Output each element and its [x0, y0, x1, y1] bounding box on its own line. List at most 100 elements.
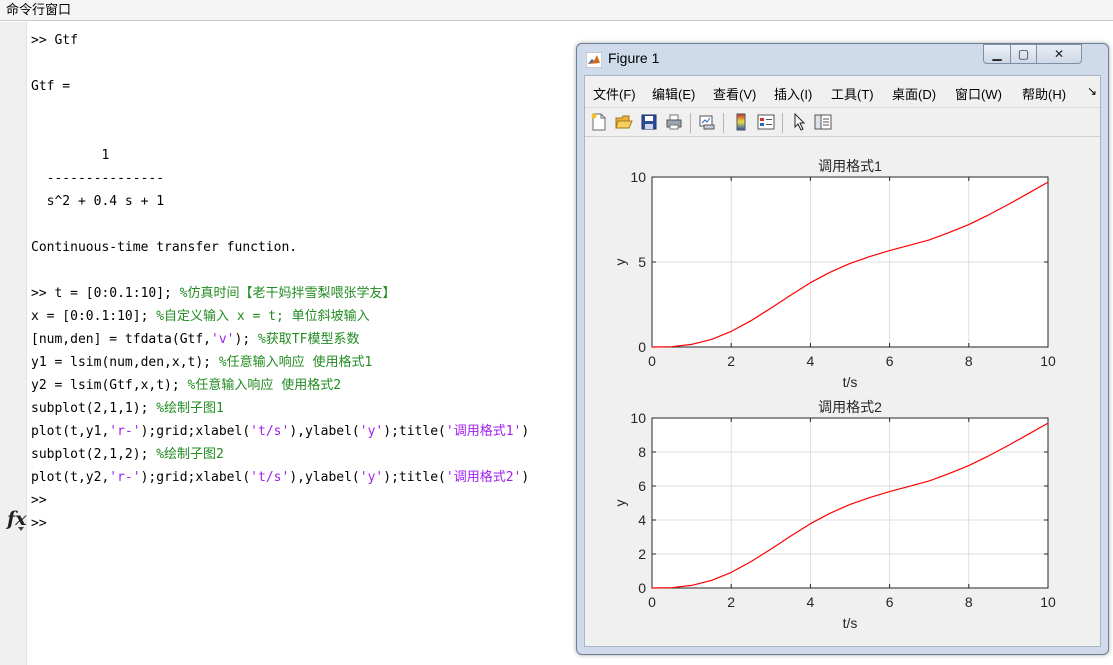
console-line: y2 = lsim(Gtf,x,t); %任意输入响应 使用格式2: [31, 374, 529, 397]
code-comment: %绘制子图1: [156, 401, 224, 416]
x-tick-label: 6: [886, 353, 894, 369]
code-text: s^2 + 0.4 s + 1: [31, 194, 165, 209]
code-text: plot(t,y1,: [31, 424, 110, 439]
code-text: ),ylabel(: [289, 470, 360, 485]
code-text: );title(: [383, 424, 446, 439]
x-tick-label: 2: [727, 594, 735, 610]
code-comment: %获取TF模型系数: [257, 332, 360, 347]
code-text: x = [0:0.1:10];: [31, 309, 157, 324]
x-tick-label: 10: [1040, 594, 1056, 610]
console-line: subplot(2,1,2); %绘制子图2: [31, 443, 529, 466]
console-line: plot(t,y2,'r-');grid;xlabel('t/s'),ylabe…: [31, 466, 529, 489]
code-text: );: [234, 332, 258, 347]
code-text: >>: [31, 516, 47, 531]
console-line: >>: [31, 512, 529, 535]
code-text: >> t = [0:0.1:10];: [31, 286, 180, 301]
console-line: >>: [31, 489, 529, 512]
console-line: y1 = lsim(num,den,x,t); %任意输入响应 使用格式1: [31, 351, 529, 374]
axes-background[interactable]: [652, 418, 1048, 588]
y-tick-label: 4: [638, 512, 646, 528]
code-text: Continuous-time transfer function.: [31, 240, 298, 255]
maximize-icon: ▢: [1017, 47, 1030, 61]
code-string: '调用格式2': [445, 470, 522, 485]
command-window-title: 命令行窗口: [0, 0, 1113, 21]
code-comment: %任意输入响应 使用格式1: [218, 355, 373, 370]
console-line: >> t = [0:0.1:10]; %仿真时间【老干妈拌雪梨喂张学友】: [31, 282, 529, 305]
console-line: Gtf =: [31, 75, 529, 98]
x-axis-label: t/s: [843, 615, 858, 631]
code-text: );title(: [383, 470, 446, 485]
figure-client-area: 文件(F) 编辑(E) 查看(V) 插入(I) 工具(T) 桌面(D) 窗口(W…: [584, 75, 1101, 647]
console-line: 1: [31, 144, 529, 167]
code-comment: %自定义输入 x = t; 单位斜坡输入: [156, 309, 370, 324]
y-axis-label: y: [612, 259, 628, 266]
console-line: plot(t,y1,'r-');grid;xlabel('t/s'),ylabe…: [31, 420, 529, 443]
code-string: '调用格式1': [445, 424, 522, 439]
y-tick-label: 2: [638, 546, 646, 562]
figure-title: Figure 1: [608, 50, 660, 66]
code-string: 'y': [359, 470, 384, 485]
code-comment: %任意输入响应 使用格式2: [187, 378, 342, 393]
x-tick-label: 6: [886, 594, 894, 610]
minimize-icon: ▁: [992, 47, 1002, 61]
code-text: subplot(2,1,1);: [31, 401, 157, 416]
y-axis-label: y: [612, 500, 628, 507]
console-line: s^2 + 0.4 s + 1: [31, 190, 529, 213]
code-text: >>: [31, 493, 47, 508]
chart-title: 调用格式2: [818, 399, 882, 415]
console-line: x = [0:0.1:10]; %自定义输入 x = t; 单位斜坡输入: [31, 305, 529, 328]
chevron-down-icon[interactable]: [18, 527, 24, 531]
console-line: subplot(2,1,1); %绘制子图1: [31, 397, 529, 420]
code-text: plot(t,y2,: [31, 470, 110, 485]
console-line: >> Gtf: [31, 29, 529, 52]
x-tick-label: 4: [807, 594, 815, 610]
code-text: >> Gtf: [31, 33, 78, 48]
code-text: subplot(2,1,2);: [31, 447, 157, 462]
chart-title: 调用格式1: [818, 158, 882, 174]
code-string: 'r-': [109, 424, 141, 439]
figure-titlebar[interactable]: Figure 1 ▁ ▢ ✕: [577, 44, 1108, 74]
code-text: ): [521, 470, 530, 485]
code-text: ),ylabel(: [289, 424, 360, 439]
code-string: 'v': [211, 332, 235, 347]
console-line: ---------------: [31, 167, 529, 190]
x-tick-label: 0: [648, 594, 656, 610]
x-tick-label: 2: [727, 353, 735, 369]
code-text: 1: [31, 148, 110, 163]
code-comment: %绘制子图2: [156, 447, 224, 462]
figure-canvas[interactable]: 0 2 4 6 8 10 0 5 10 调用格式1 t/s y 0 2 4 6 8 10 0 2 4 6 8 10 调用格式2 t…: [585, 76, 1100, 646]
y-tick-label: 8: [638, 444, 646, 460]
code-text: Gtf =: [31, 79, 71, 94]
command-output[interactable]: >> Gtf Gtf = 1 --------------- s^2 + 0.4 …: [31, 29, 529, 535]
code-text: );grid;xlabel(: [140, 470, 251, 485]
console-line: [num,den] = tfdata(Gtf,'v'); %获取TF模型系数: [31, 328, 529, 351]
close-button[interactable]: ✕: [1036, 44, 1082, 64]
maximize-button[interactable]: ▢: [1010, 44, 1037, 64]
minimize-button[interactable]: ▁: [983, 44, 1011, 64]
code-text: y2 = lsim(Gtf,x,t);: [31, 378, 188, 393]
code-text: ---------------: [31, 171, 165, 186]
close-icon: ✕: [1053, 47, 1065, 61]
code-text: ): [521, 424, 530, 439]
code-comment: %仿真时间【老干妈拌雪梨喂张学友】: [179, 286, 396, 301]
y-tick-label: 6: [638, 478, 646, 494]
y-tick-label: 5: [638, 254, 646, 270]
x-tick-label: 8: [965, 594, 973, 610]
y-tick-label: 10: [630, 410, 646, 426]
x-tick-label: 0: [648, 353, 656, 369]
y-tick-label: 0: [638, 580, 646, 596]
code-string: 'r-': [109, 470, 141, 485]
code-string: 't/s': [250, 424, 290, 439]
figure-window[interactable]: Figure 1 ▁ ▢ ✕ 文件(F) 编辑(E) 查看(V) 插入(I) 工…: [576, 43, 1109, 655]
code-text: );grid;xlabel(: [140, 424, 251, 439]
matlab-logo-icon: [586, 52, 602, 68]
x-tick-label: 4: [807, 353, 815, 369]
console-line: Continuous-time transfer function.: [31, 236, 529, 259]
code-string: 'y': [359, 424, 384, 439]
x-tick-label: 8: [965, 353, 973, 369]
x-tick-label: 10: [1040, 353, 1056, 369]
